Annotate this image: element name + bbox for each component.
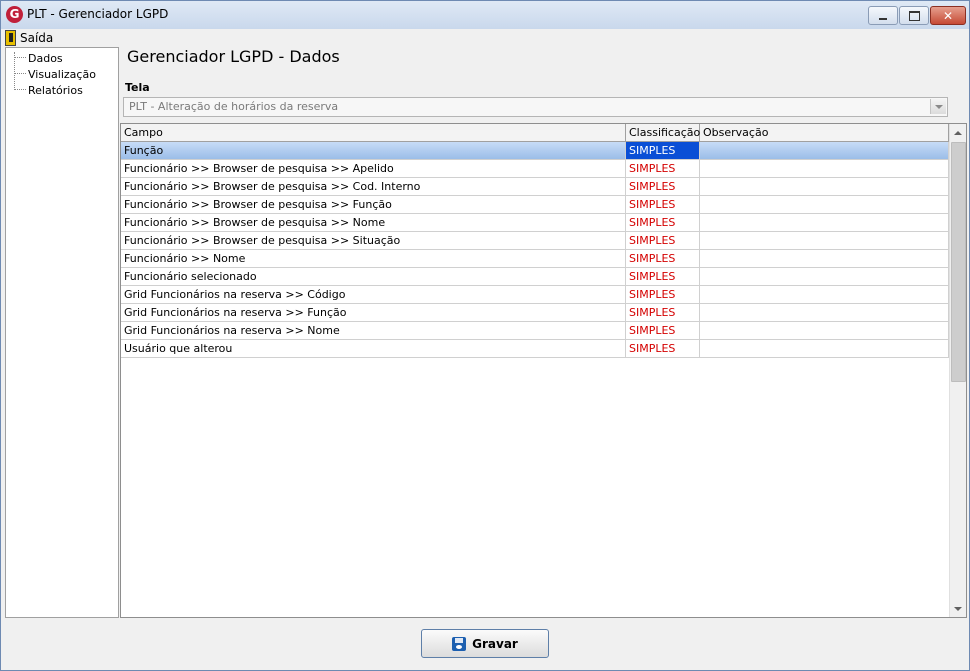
table-row[interactable]: Grid Funcionários na reserva >> Nome SIM… [121,322,949,340]
minimize-icon [879,17,887,20]
cell-classificacao[interactable]: SIMPLES [626,322,700,339]
table-row[interactable]: Funcionário >> Browser de pesquisa >> No… [121,214,949,232]
close-button[interactable]: ✕ [930,6,966,25]
window-title: PLT - Gerenciador LGPD [27,7,169,21]
cell-classificacao[interactable]: SIMPLES [626,214,700,231]
table-row[interactable]: Funcionário >> Browser de pesquisa >> Co… [121,178,949,196]
table-row[interactable]: Funcionário >> Browser de pesquisa >> Si… [121,232,949,250]
table-row[interactable]: Grid Funcionários na reserva >> Código S… [121,286,949,304]
maximize-button[interactable] [899,6,929,25]
cell-classificacao[interactable]: SIMPLES [626,232,700,249]
cell-observacao[interactable] [700,304,949,321]
minimize-button[interactable] [868,6,898,25]
column-header-classificacao[interactable]: Classificação [626,124,700,141]
cell-observacao[interactable] [700,178,949,195]
cell-campo[interactable]: Grid Funcionários na reserva >> Função [121,304,626,321]
table-row[interactable]: Funcionário selecionado SIMPLES [121,268,949,286]
save-button-label: Gravar [472,636,518,651]
tree-item-visualizacao[interactable]: Visualização [14,66,96,82]
column-header-observacao[interactable]: Observação [700,124,949,141]
menu-item-exit-label: Saída [20,30,54,45]
menu-bar: Saída [1,29,969,46]
cell-observacao[interactable] [700,268,949,285]
table-row[interactable]: Funcionário >> Nome SIMPLES [121,250,949,268]
close-icon: ✕ [942,8,954,23]
scroll-down-button[interactable] [950,600,966,617]
tela-combobox-value: PLT - Alteração de horários da reserva [129,100,339,113]
app-logo-icon: G [6,6,23,23]
table-row[interactable]: Usuário que alterou SIMPLES [121,340,949,358]
cell-campo[interactable]: Função [121,142,626,159]
cell-campo[interactable]: Funcionário >> Browser de pesquisa >> Si… [121,232,626,249]
cell-campo[interactable]: Funcionário >> Browser de pesquisa >> No… [121,214,626,231]
tree-branch-line [14,89,26,91]
tree-item-dados[interactable]: Dados [14,50,63,66]
cell-observacao[interactable] [700,160,949,177]
title-bar[interactable]: G PLT - Gerenciador LGPD ✕ [1,1,969,30]
cell-observacao[interactable] [700,232,949,249]
cell-campo[interactable]: Grid Funcionários na reserva >> Código [121,286,626,303]
tree-item-relatorios[interactable]: Relatórios [14,82,83,98]
cell-classificacao[interactable]: SIMPLES [626,160,700,177]
cell-campo[interactable]: Usuário que alterou [121,340,626,357]
cell-observacao[interactable] [700,214,949,231]
chevron-up-icon [954,130,962,135]
exit-door-icon [5,29,16,46]
tela-combobox[interactable]: PLT - Alteração de horários da reserva [123,97,948,117]
cell-campo[interactable]: Grid Funcionários na reserva >> Nome [121,322,626,339]
floppy-disk-icon [452,636,467,651]
column-header-campo[interactable]: Campo [121,124,626,141]
cell-classificacao[interactable]: SIMPLES [626,340,700,357]
scroll-thumb[interactable] [951,142,966,382]
cell-classificacao[interactable]: SIMPLES [626,196,700,213]
scroll-up-button[interactable] [950,124,966,141]
cell-campo[interactable]: Funcionário >> Browser de pesquisa >> Fu… [121,196,626,213]
cell-campo[interactable]: Funcionário selecionado [121,268,626,285]
cell-observacao[interactable] [700,250,949,267]
tree-item-label: Relatórios [28,83,83,97]
tree-item-label: Visualização [28,67,96,81]
cell-classificacao[interactable]: SIMPLES [626,142,700,159]
cell-observacao[interactable] [700,286,949,303]
grid-vertical-scrollbar[interactable] [949,124,966,617]
grid-rows: Função SIMPLES Funcionário >> Browser de… [121,142,949,358]
tree-item-label: Dados [28,51,63,65]
main-window: G PLT - Gerenciador LGPD ✕ Saída Dados V… [0,0,970,671]
chevron-down-icon [954,606,962,611]
page-title: Gerenciador LGPD - Dados [127,47,340,66]
tela-label: Tela [125,81,150,94]
cell-campo[interactable]: Funcionário >> Browser de pesquisa >> Co… [121,178,626,195]
table-row[interactable]: Grid Funcionários na reserva >> Função S… [121,304,949,322]
cell-classificacao[interactable]: SIMPLES [626,304,700,321]
tree-branch-line [14,57,26,59]
menu-item-exit[interactable]: Saída [5,29,53,46]
cell-observacao[interactable] [700,196,949,213]
table-row[interactable]: Função SIMPLES [121,142,949,160]
cell-observacao[interactable] [700,322,949,339]
cell-classificacao[interactable]: SIMPLES [626,178,700,195]
maximize-icon [908,10,920,21]
cell-observacao[interactable] [700,340,949,357]
cell-campo[interactable]: Funcionário >> Browser de pesquisa >> Ap… [121,160,626,177]
cell-campo[interactable]: Funcionário >> Nome [121,250,626,267]
combobox-dropdown-button[interactable] [930,99,946,114]
table-row[interactable]: Funcionário >> Browser de pesquisa >> Ap… [121,160,949,178]
cell-classificacao[interactable]: SIMPLES [626,286,700,303]
grid-header: Campo Classificação Observação [121,124,949,142]
navigation-tree: Dados Visualização Relatórios [5,47,119,618]
fields-grid[interactable]: Campo Classificação Observação Função SI… [120,123,967,618]
table-row[interactable]: Funcionário >> Browser de pesquisa >> Fu… [121,196,949,214]
cell-observacao[interactable] [700,142,949,159]
cell-classificacao[interactable]: SIMPLES [626,250,700,267]
save-button[interactable]: Gravar [421,629,549,658]
cell-classificacao[interactable]: SIMPLES [626,268,700,285]
tree-branch-line [14,73,26,75]
chevron-down-icon [934,104,943,109]
